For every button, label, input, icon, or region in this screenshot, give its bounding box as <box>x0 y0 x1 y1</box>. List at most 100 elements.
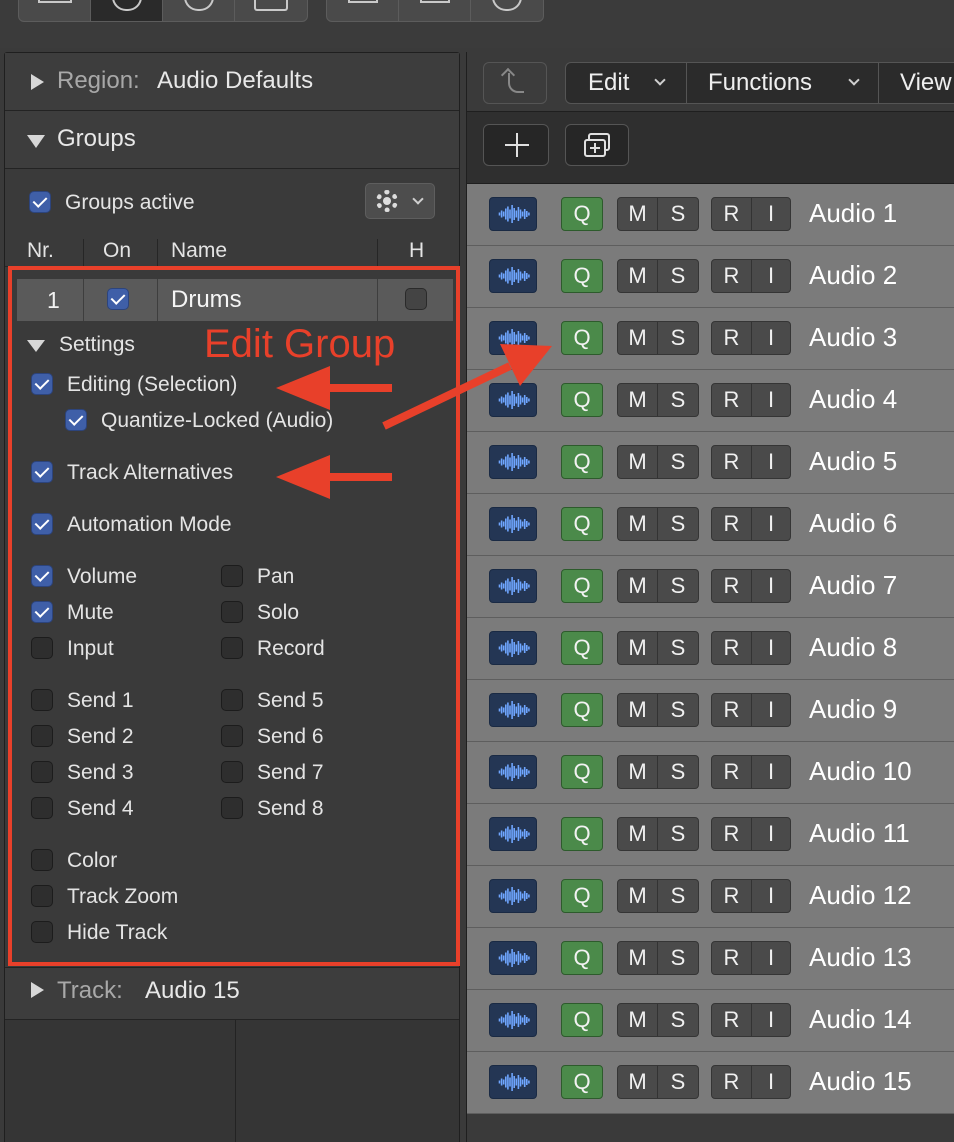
track-name[interactable]: Audio 15 <box>809 1066 912 1097</box>
solo-button[interactable]: S <box>658 570 698 602</box>
solo-button[interactable]: S <box>658 756 698 788</box>
solo-button[interactable]: S <box>658 260 698 292</box>
track-name[interactable]: Audio 6 <box>809 508 897 539</box>
quantize-lock-button[interactable]: Q <box>561 569 603 603</box>
track-row[interactable]: Q M S R I Audio 2 <box>467 246 954 308</box>
input-monitor-button[interactable]: I <box>752 632 790 664</box>
track-name[interactable]: Audio 1 <box>809 198 897 229</box>
quantize-lock-button[interactable]: Q <box>561 383 603 417</box>
track-name[interactable]: Audio 8 <box>809 632 897 663</box>
smart-controls-button[interactable] <box>327 0 399 21</box>
solo-button[interactable]: S <box>658 880 698 912</box>
solo-button[interactable]: S <box>658 942 698 974</box>
solo-button[interactable]: S <box>658 384 698 416</box>
mute-button[interactable]: M <box>618 322 658 354</box>
groups-active-checkbox[interactable] <box>29 191 51 213</box>
inspector-button[interactable] <box>91 0 163 21</box>
input-monitor-button[interactable]: I <box>752 384 790 416</box>
track-name[interactable]: Audio 5 <box>809 446 897 477</box>
record-enable-button[interactable]: R <box>712 1066 752 1098</box>
input-monitor-button[interactable]: I <box>752 198 790 230</box>
toolbar-button[interactable] <box>235 0 307 21</box>
track-row[interactable]: Q M S R I Audio 14 <box>467 990 954 1052</box>
mute-button[interactable]: M <box>618 508 658 540</box>
mute-button[interactable]: M <box>618 756 658 788</box>
solo-button[interactable]: S <box>658 508 698 540</box>
quantize-lock-button[interactable]: Q <box>561 693 603 727</box>
library-button[interactable] <box>19 0 91 21</box>
input-monitor-button[interactable]: I <box>752 756 790 788</box>
input-monitor-button[interactable]: I <box>752 260 790 292</box>
track-name[interactable]: Audio 3 <box>809 322 897 353</box>
quantize-lock-button[interactable]: Q <box>561 1003 603 1037</box>
track-section-header[interactable]: Track: Audio 15 <box>5 967 459 1019</box>
solo-button[interactable]: S <box>658 1004 698 1036</box>
record-enable-button[interactable]: R <box>712 756 752 788</box>
record-enable-button[interactable]: R <box>712 818 752 850</box>
track-row[interactable]: Q M S R I Audio 1 <box>467 184 954 246</box>
quantize-lock-button[interactable]: Q <box>561 1065 603 1099</box>
track-row[interactable]: Q M S R I Audio 12 <box>467 866 954 928</box>
record-enable-button[interactable]: R <box>712 446 752 478</box>
solo-button[interactable]: S <box>658 198 698 230</box>
record-enable-button[interactable]: R <box>712 570 752 602</box>
mute-button[interactable]: M <box>618 198 658 230</box>
region-section-header[interactable]: Region: Audio Defaults <box>5 53 459 111</box>
mute-button[interactable]: M <box>618 632 658 664</box>
input-monitor-button[interactable]: I <box>752 1004 790 1036</box>
column-nr[interactable]: Nr. <box>27 239 54 263</box>
mute-button[interactable]: M <box>618 942 658 974</box>
track-name[interactable]: Audio 7 <box>809 570 897 601</box>
back-button[interactable] <box>483 62 547 104</box>
column-name[interactable]: Name <box>171 239 227 263</box>
solo-button[interactable]: S <box>658 1066 698 1098</box>
track-row[interactable]: Q M S R I Audio 5 <box>467 432 954 494</box>
input-monitor-button[interactable]: I <box>752 694 790 726</box>
editors-button[interactable] <box>471 0 543 21</box>
solo-button[interactable]: S <box>658 322 698 354</box>
quick-help-button[interactable] <box>163 0 235 21</box>
mute-button[interactable]: M <box>618 694 658 726</box>
column-h[interactable]: H <box>409 239 424 263</box>
quantize-lock-button[interactable]: Q <box>561 631 603 665</box>
quantize-lock-button[interactable]: Q <box>561 197 603 231</box>
solo-button[interactable]: S <box>658 632 698 664</box>
mute-button[interactable]: M <box>618 260 658 292</box>
duplicate-track-button[interactable] <box>565 124 629 166</box>
track-name[interactable]: Audio 4 <box>809 384 897 415</box>
track-row[interactable]: Q M S R I Audio 7 <box>467 556 954 618</box>
mixer-button[interactable] <box>399 0 471 21</box>
input-monitor-button[interactable]: I <box>752 322 790 354</box>
input-monitor-button[interactable]: I <box>752 942 790 974</box>
functions-menu[interactable]: Functions <box>708 63 812 103</box>
record-enable-button[interactable]: R <box>712 1004 752 1036</box>
quantize-lock-button[interactable]: Q <box>561 259 603 293</box>
record-enable-button[interactable]: R <box>712 880 752 912</box>
record-enable-button[interactable]: R <box>712 694 752 726</box>
record-enable-button[interactable]: R <box>712 198 752 230</box>
view-menu[interactable]: View <box>900 63 952 103</box>
track-name[interactable]: Audio 11 <box>809 818 910 849</box>
track-name[interactable]: Audio 9 <box>809 694 897 725</box>
track-row[interactable]: Q M S R I Audio 11 <box>467 804 954 866</box>
track-name[interactable]: Audio 2 <box>809 260 897 291</box>
record-enable-button[interactable]: R <box>712 942 752 974</box>
track-name[interactable]: Audio 14 <box>809 1004 912 1035</box>
solo-button[interactable]: S <box>658 818 698 850</box>
track-row[interactable]: Q M S R I Audio 13 <box>467 928 954 990</box>
record-enable-button[interactable]: R <box>712 322 752 354</box>
solo-button[interactable]: S <box>658 694 698 726</box>
mute-button[interactable]: M <box>618 384 658 416</box>
quantize-lock-button[interactable]: Q <box>561 941 603 975</box>
quantize-lock-button[interactable]: Q <box>561 755 603 789</box>
column-on[interactable]: On <box>103 239 131 263</box>
quantize-lock-button[interactable]: Q <box>561 817 603 851</box>
track-name[interactable]: Audio 10 <box>809 756 912 787</box>
disclosure-right-icon[interactable] <box>31 74 44 90</box>
mute-button[interactable]: M <box>618 880 658 912</box>
track-row[interactable]: Q M S R I Audio 15 <box>467 1052 954 1114</box>
input-monitor-button[interactable]: I <box>752 508 790 540</box>
record-enable-button[interactable]: R <box>712 632 752 664</box>
quantize-lock-button[interactable]: Q <box>561 321 603 355</box>
track-name[interactable]: Audio 13 <box>809 942 912 973</box>
